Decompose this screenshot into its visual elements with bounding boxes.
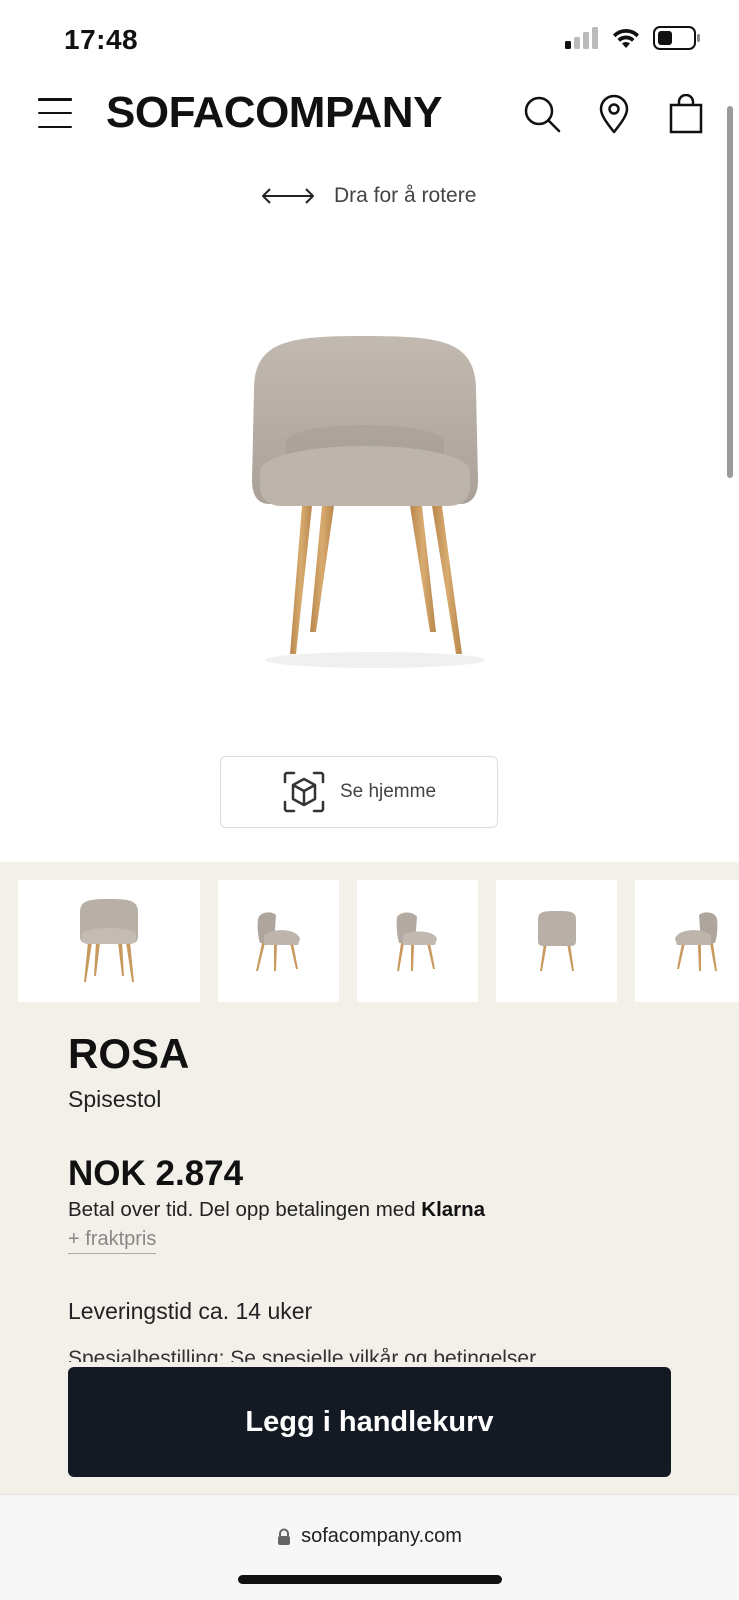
view-at-home-label: Se hjemme	[339, 781, 437, 802]
scrollbar[interactable]	[727, 106, 733, 478]
thumbnail-side-right[interactable]	[635, 880, 739, 1002]
menu-icon-line	[38, 98, 72, 101]
status-icons	[565, 26, 701, 50]
product-type: Spisestol	[68, 1086, 162, 1112]
add-to-cart-button[interactable]: Legg i handlekurv	[68, 1367, 671, 1477]
ar-cube-icon	[283, 771, 325, 813]
freight-price-link[interactable]: + fraktpris	[68, 1228, 157, 1254]
chair-thumbnail-image	[80, 899, 138, 982]
shopping-bag-icon[interactable]	[666, 94, 706, 134]
search-icon[interactable]	[522, 94, 562, 134]
chair-thumbnail-image	[396, 912, 437, 971]
thumbnail-side-angle[interactable]	[357, 880, 478, 1002]
delivery-time: Leveringstid ca. 14 uker	[68, 1298, 313, 1324]
view-at-home-button[interactable]: Se hjemme	[220, 756, 498, 828]
menu-button[interactable]	[38, 96, 72, 130]
thumbnail-side-left[interactable]	[218, 880, 339, 1002]
battery-icon	[653, 26, 700, 50]
location-pin-icon[interactable]	[594, 94, 634, 134]
status-bar: 17:48	[0, 0, 739, 80]
home-indicator[interactable]	[238, 1575, 502, 1584]
special-order-text[interactable]: Spesialbestilling: Se spesielle vilkår o…	[68, 1348, 536, 1362]
status-time: 17:48	[64, 24, 139, 55]
menu-icon-line	[38, 111, 72, 115]
lock-icon	[278, 1528, 291, 1545]
browser-url-bar: sofacompany.com	[0, 1494, 739, 1600]
chair-thumbnail-image	[537, 911, 576, 971]
cellular-signal-icon	[565, 27, 598, 49]
klarna-info: Betal over tid. Del opp betalingen med K…	[68, 1198, 485, 1222]
chair-thumbnail-image	[674, 912, 717, 971]
site-header: SOFACOMPANY	[0, 80, 739, 180]
product-3d-viewer[interactable]	[230, 320, 520, 680]
brand-logo[interactable]: SOFACOMPANY	[106, 88, 442, 138]
url-display[interactable]: sofacompany.com	[0, 1525, 739, 1548]
rotate-hint: Dra for å rotere	[260, 184, 476, 208]
product-price: NOK 2.874	[68, 1154, 244, 1193]
thumbnail-back[interactable]	[496, 880, 617, 1002]
wifi-icon	[613, 28, 639, 48]
klarna-text: Betal over tid. Del opp betalingen med	[68, 1198, 422, 1221]
thumbnail-front[interactable]	[18, 880, 200, 1002]
menu-icon-line	[38, 125, 72, 128]
thumbnail-strip[interactable]	[18, 880, 739, 1002]
rotate-hint-label: Dra for å rotere	[334, 184, 477, 207]
chair-thumbnail-image	[255, 912, 300, 971]
product-name: ROSA	[68, 1030, 190, 1077]
horizontal-arrows-icon	[262, 188, 314, 204]
url-text: sofacompany.com	[301, 1525, 462, 1547]
klarna-brand: Klarna	[421, 1198, 486, 1221]
